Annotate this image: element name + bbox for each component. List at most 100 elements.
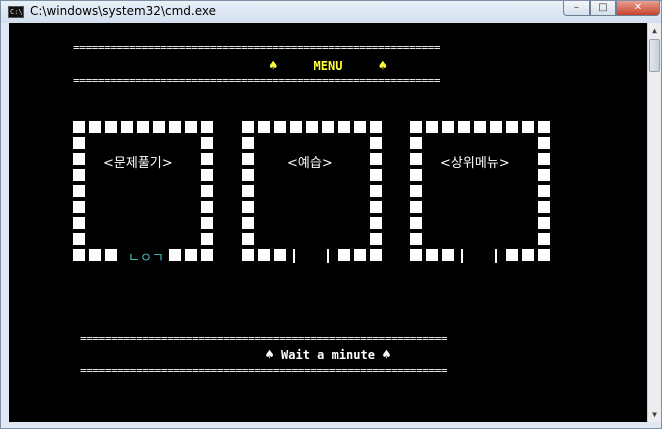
frame-block — [506, 249, 518, 261]
menu-box-problem-solving[interactable]: <문제풀기> ㄴㅇㄱ — [73, 121, 217, 266]
frame-block — [538, 169, 550, 181]
frame-block — [522, 249, 534, 261]
frame-block — [274, 249, 286, 261]
frame-block — [474, 121, 486, 133]
frame-block — [354, 121, 366, 133]
frame-block — [201, 185, 213, 197]
frame-block — [242, 233, 254, 245]
menu-heading: ♠ MENU ♠ — [9, 58, 647, 74]
frame-block — [538, 153, 550, 165]
wait-message: ♠ Wait a minute ♠ — [9, 347, 647, 363]
frame-block — [137, 121, 149, 133]
frame-block — [290, 121, 302, 133]
window-title: C:\windows\system32\cmd.exe — [30, 4, 216, 18]
frame-block — [73, 153, 85, 165]
frame-block — [426, 121, 438, 133]
frame-block — [201, 233, 213, 245]
frame-block — [538, 249, 550, 261]
frame-block — [89, 249, 101, 261]
frame-block — [410, 217, 422, 229]
frame-block — [458, 121, 470, 133]
cmd-icon[interactable]: C:\ — [8, 6, 24, 18]
frame-block — [242, 121, 254, 133]
frame-block — [153, 121, 165, 133]
frame-block — [538, 137, 550, 149]
box-label-problem-solving: <문제풀기> — [103, 156, 173, 171]
frame-block — [89, 121, 101, 133]
separator-bottom-1: ========================================… — [80, 333, 448, 345]
gap-marker-left — [461, 249, 463, 263]
frame-block — [242, 137, 254, 149]
frame-block — [370, 137, 382, 149]
frame-block — [185, 249, 197, 261]
gap-marker-right — [495, 249, 497, 263]
frame-block — [538, 233, 550, 245]
separator-bottom-2: ========================================… — [80, 365, 448, 377]
frame-block — [105, 121, 117, 133]
separator-top-2: ========================================… — [73, 75, 441, 87]
frame-block — [426, 249, 438, 261]
gap-marker-left — [293, 249, 295, 263]
frame-block — [354, 249, 366, 261]
frame-block — [370, 169, 382, 181]
frame-block — [185, 121, 197, 133]
scroll-up-icon[interactable]: ▲ — [648, 23, 661, 38]
close-button[interactable]: ✕ — [616, 1, 660, 16]
console-area[interactable]: ========================================… — [9, 23, 647, 422]
frame-block — [506, 121, 518, 133]
frame-block — [370, 185, 382, 197]
vertical-scrollbar[interactable]: ▲ ▼ — [647, 23, 661, 422]
box-label-preview: <예습> — [287, 156, 333, 171]
frame-block — [410, 137, 422, 149]
maximize-button[interactable]: □ — [590, 1, 616, 16]
frame-block — [338, 249, 350, 261]
frame-block — [410, 121, 422, 133]
frame-block — [410, 249, 422, 261]
frame-block — [242, 249, 254, 261]
frame-block — [242, 153, 254, 165]
frame-block — [73, 217, 85, 229]
title-bar[interactable]: C:\ C:\windows\system32\cmd.exe – □ ✕ — [1, 1, 661, 23]
frame-block — [73, 233, 85, 245]
frame-block — [410, 233, 422, 245]
frame-block — [73, 121, 85, 133]
frame-block — [169, 121, 181, 133]
frame-block — [538, 185, 550, 197]
menu-box-preview[interactable]: <예습> — [242, 121, 386, 265]
frame-block — [370, 249, 382, 261]
frame-block — [73, 185, 85, 197]
cmd-window: C:\ C:\windows\system32\cmd.exe – □ ✕ ==… — [0, 0, 662, 429]
frame-block — [242, 201, 254, 213]
wait-text: Wait a minute — [281, 348, 375, 362]
menu-title: MENU — [313, 59, 343, 73]
frame-block — [306, 121, 318, 133]
frame-block — [538, 217, 550, 229]
scroll-thumb[interactable] — [649, 39, 660, 72]
frame-block — [538, 201, 550, 213]
frame-block — [201, 137, 213, 149]
frame-block — [490, 121, 502, 133]
frame-block — [410, 201, 422, 213]
frame-block — [370, 217, 382, 229]
frame-block — [522, 121, 534, 133]
frame-block — [370, 201, 382, 213]
scroll-down-icon[interactable]: ▼ — [648, 407, 661, 422]
frame-block — [169, 249, 181, 261]
frame-block — [338, 121, 350, 133]
frame-block — [201, 153, 213, 165]
frame-block — [201, 169, 213, 181]
frame-block — [442, 249, 454, 261]
minimize-button[interactable]: – — [563, 1, 590, 16]
frame-block — [370, 233, 382, 245]
frame-block — [201, 121, 213, 133]
frame-block — [258, 249, 270, 261]
frame-block — [73, 137, 85, 149]
spade-icon: ♠ — [265, 347, 274, 363]
frame-block — [322, 121, 334, 133]
frame-block — [242, 185, 254, 197]
frame-block — [370, 153, 382, 165]
box-label-upper-menu: <상위메뉴> — [440, 156, 510, 171]
menu-box-upper-menu[interactable]: <상위메뉴> — [410, 121, 554, 265]
frame-block — [410, 153, 422, 165]
frame-block — [258, 121, 270, 133]
